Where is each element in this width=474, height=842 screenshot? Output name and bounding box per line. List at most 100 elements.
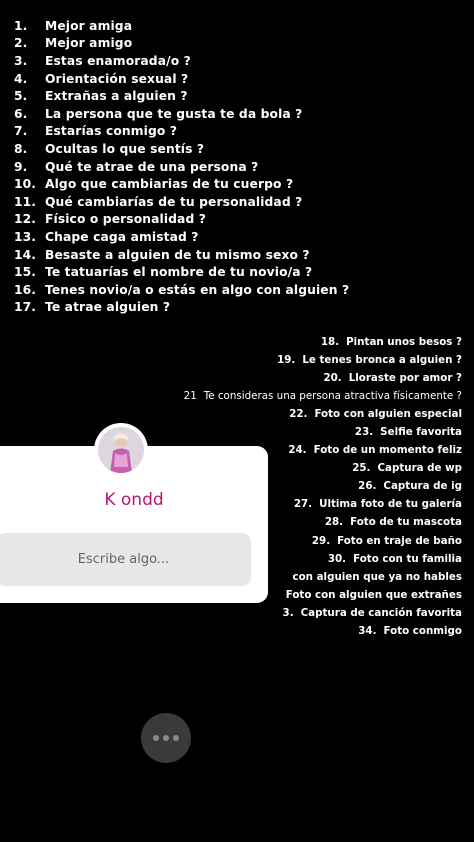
question-number: 9. <box>14 159 28 174</box>
question-text: Te consideras una persona atractiva físi… <box>203 390 462 403</box>
avatar[interactable] <box>94 423 148 477</box>
question-item: 2. Mejor amigo <box>14 35 474 53</box>
question-number: 20. <box>323 372 342 385</box>
question-text: Chape caga amistad ? <box>45 229 199 244</box>
question-item: 20. Lloraste por amor ? <box>0 369 462 387</box>
question-number: 34. <box>358 624 377 637</box>
question-item: 6. La persona que te gusta te da bola ? <box>14 105 474 123</box>
question-text: La persona que te gusta te da bola ? <box>45 106 303 121</box>
question-text: Selfie favorita <box>380 426 462 439</box>
question-item: 16. Tenes novio/a o estás en algo con alg… <box>14 281 474 299</box>
question-number: 3. <box>282 606 294 619</box>
question-number: 1. <box>14 18 28 33</box>
question-number: 22. <box>289 408 308 421</box>
question-number: 2. <box>14 36 28 51</box>
question-text: Lloraste por amor ? <box>348 372 462 385</box>
question-number: 19. <box>277 354 296 367</box>
question-item: 21 Te consideras una persona atractiva fí… <box>0 387 462 405</box>
question-number: 6. <box>14 106 28 121</box>
question-text: Físico o personalidad ? <box>45 212 206 227</box>
question-item: 19. Le tenes bronca a alguien ? <box>0 351 462 369</box>
question-item: 9. Qué te atrae de una persona ? <box>14 158 474 176</box>
question-text: Ocultas lo que sentís ? <box>45 141 205 156</box>
avatar-photo <box>98 427 144 473</box>
question-number: 16. <box>14 282 37 297</box>
dot <box>153 735 159 741</box>
question-number: 10. <box>14 177 37 192</box>
question-text: Foto en traje de baño <box>337 534 462 547</box>
question-text: Mejor amigo <box>45 36 133 51</box>
question-item: 18. Pintan unos besos ? <box>0 333 462 351</box>
question-item: 3. Estas enamorada/o ? <box>14 52 474 70</box>
question-text: Captura de canción favorita <box>300 606 462 619</box>
question-text: Foto con alguien especial <box>314 408 462 421</box>
question-number: 3. <box>14 53 28 68</box>
question-text: Algo que cambiarias de tu cuerpo ? <box>45 177 294 192</box>
question-number: 29. <box>311 534 331 547</box>
question-item: 12. Físico o personalidad ? <box>14 211 474 229</box>
question-number: 24. <box>288 444 307 457</box>
question-number: 28. <box>324 516 344 529</box>
question-item: 14. Besaste a alguien de tu mismo sexo ? <box>14 246 474 264</box>
question-item: 13. Chape caga amistad ? <box>14 228 474 246</box>
dot <box>163 735 169 741</box>
question-number: 30. <box>327 552 347 565</box>
more-dots-icon[interactable] <box>141 713 191 763</box>
question-text: Mejor amiga <box>45 18 133 33</box>
question-item: 8. Ocultas lo que sentís ? <box>14 140 474 158</box>
question-number: 4. <box>14 71 28 86</box>
dot <box>173 735 179 741</box>
question-number: 5. <box>14 89 28 104</box>
question-text: Qué te atrae de una persona ? <box>45 159 259 174</box>
question-text: Foto de tu mascota <box>350 516 462 529</box>
question-number: 13. <box>14 229 37 244</box>
question-text: Extrañas a alguien ? <box>45 89 188 104</box>
question-text: Ultima foto de tu galería <box>319 498 462 511</box>
question-text: Te atrae alguien ? <box>45 300 171 315</box>
question-number: 23. <box>354 426 374 439</box>
question-text: Orientación sexual ? <box>45 71 189 86</box>
question-item: 22. Foto con alguien especial <box>0 405 462 423</box>
question-item: 17. Te atrae alguien ? <box>14 299 474 317</box>
question-text: Foto conmigo <box>383 624 462 637</box>
question-number: 25. <box>352 462 371 475</box>
question-item: 3. Captura de canción favorita <box>0 604 462 622</box>
question-item: 34. Foto conmigo <box>0 622 462 640</box>
question-text: Estarías conmigo ? <box>45 124 178 139</box>
question-text: Captura de ig <box>383 480 462 493</box>
question-item: 11. Qué cambiarías de tu personalidad ? <box>14 193 474 211</box>
question-number: 7. <box>14 124 28 139</box>
question-list-left: 1. Mejor amiga 2. Mejor amigo 3. Estas enamor… <box>14 17 474 316</box>
question-number: 15. <box>14 265 37 280</box>
question-text: con alguien que ya no hables <box>292 570 463 583</box>
question-text: Captura de wp <box>377 462 462 475</box>
question-number: 18. <box>320 336 340 349</box>
question-number: 21 <box>183 390 197 403</box>
question-item: 5. Extrañas a alguien ? <box>14 87 474 105</box>
question-number: 26. <box>358 480 377 493</box>
question-text: Qué cambiarías de tu personalidad ? <box>45 194 303 209</box>
question-item: 15. Te tatuarías el nombre de tu novio/a … <box>14 263 474 281</box>
question-number: 14. <box>14 247 37 262</box>
question-number: 8. <box>14 141 28 156</box>
person-photo-icon <box>98 427 144 473</box>
question-text: Foto con alguien que extrañes <box>285 588 462 601</box>
question-item: 1. Mejor amiga <box>14 17 474 35</box>
question-number: 17. <box>14 300 37 315</box>
question-text: Tenes novio/a o estás en algo con alguie… <box>45 282 350 297</box>
question-number: 11. <box>14 194 37 209</box>
question-text: Foto de un momento feliz <box>313 444 462 457</box>
question-item: 10. Algo que cambiarias de tu cuerpo ? <box>14 175 474 193</box>
question-number: 27. <box>293 498 313 511</box>
question-item: 7. Estarías conmigo ? <box>14 123 474 141</box>
question-text: Pintan unos besos ? <box>346 336 462 349</box>
question-text: Te tatuarías el nombre de tu novio/a ? <box>45 265 313 280</box>
question-text: Foto con tu familia <box>353 552 462 565</box>
question-text: Le tenes bronca a alguien ? <box>302 354 462 367</box>
reply-input[interactable]: Escribe algo... <box>0 533 251 586</box>
question-item: 23. Selfie favorita <box>0 423 462 441</box>
question-text: Estas enamorada/o ? <box>45 53 191 68</box>
question-item: 4. Orientación sexual ? <box>14 70 474 88</box>
question-text: Besaste a alguien de tu mismo sexo ? <box>45 247 310 262</box>
question-number: 12. <box>14 212 37 227</box>
